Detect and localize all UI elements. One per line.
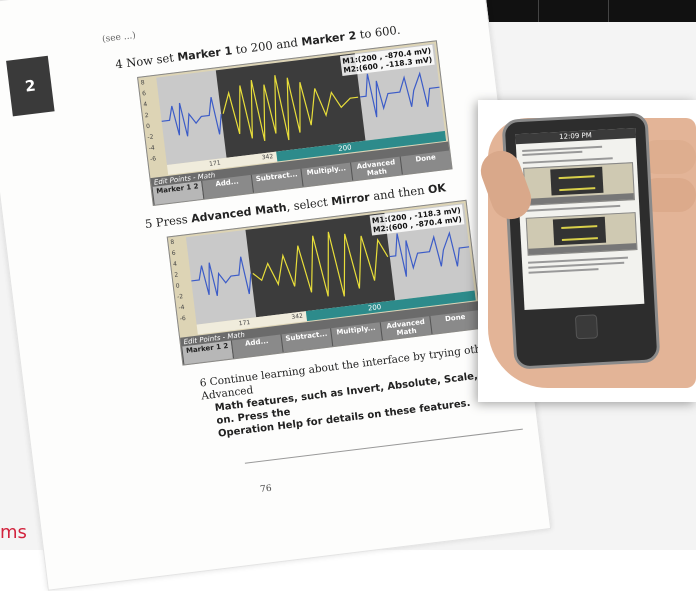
- phone-status-bar: 12:09 PM: [515, 128, 636, 145]
- step5-bold1: Advanced Math: [190, 200, 288, 226]
- chapter-tab: 2: [6, 55, 55, 117]
- waveform-blue-left: [191, 256, 252, 296]
- waveform-blue-left: [161, 97, 222, 137]
- text-line: [525, 204, 621, 212]
- page-number: 76: [259, 483, 273, 496]
- x-tick: 171: [238, 319, 251, 328]
- y-tick: -6: [149, 155, 157, 163]
- mini-screenshot: [525, 212, 638, 256]
- step4-prefix: 4 Now set: [114, 49, 179, 72]
- footer-rule: [244, 428, 523, 464]
- step4-bold2: Marker 2: [300, 29, 357, 49]
- cursor-value: 200: [367, 302, 382, 313]
- step5-prefix: 5 Press: [144, 211, 193, 232]
- subtract-softkey[interactable]: Subtract...: [250, 168, 303, 193]
- cursor-value: 200: [337, 143, 353, 153]
- smartphone: 12:09 PM: [501, 112, 661, 370]
- subtract-softkey[interactable]: Subtract...: [280, 328, 333, 353]
- step5-mid2: and then: [368, 182, 429, 204]
- multiply-softkey[interactable]: Multiply...: [330, 322, 382, 347]
- waveform-yellow: [222, 75, 359, 142]
- step5-mid: , select: [285, 194, 333, 214]
- x-tick: 342: [261, 153, 274, 162]
- waveform-yellow-mirrored: [252, 231, 389, 297]
- step4-suffix: to 600.: [355, 22, 402, 42]
- footer-fragment: ms: [0, 522, 27, 543]
- advanced-math-softkey[interactable]: Advanced Math: [379, 316, 432, 341]
- step5-bold3: OK: [427, 181, 447, 197]
- y-tick: -6: [179, 314, 187, 323]
- manual-page: 2 (see ...) 4 Now set Marker 1 to 200 an…: [0, 0, 552, 591]
- done-softkey[interactable]: Done: [399, 150, 452, 175]
- waveform-blue-right: [389, 231, 470, 277]
- step5-bold2: Mirror: [330, 190, 371, 209]
- x-tick: 171: [208, 159, 222, 168]
- x-tick: 342: [291, 312, 304, 321]
- scope-screen-1: 8 6 4 2 0 -2 -4 -6 M1:(200 , -870.4 mV) …: [137, 40, 453, 207]
- text-line: [528, 268, 599, 274]
- multiply-softkey[interactable]: Multiply...: [300, 162, 353, 187]
- mini-screenshot: [523, 162, 635, 206]
- phone-screen: 12:09 PM: [515, 128, 645, 311]
- step4-bold1: Marker 1: [176, 44, 233, 64]
- text-line: [522, 150, 583, 156]
- home-button[interactable]: [574, 314, 599, 340]
- waveform-blue-right: [360, 71, 440, 118]
- done-softkey[interactable]: Done: [429, 310, 482, 335]
- step4-mid: to 200 and: [231, 34, 303, 58]
- scope-screen-2: 8 6 4 2 0 -2 -4 -6 M1:(200 , -118.3 mV) …: [166, 199, 483, 366]
- advanced-math-softkey[interactable]: Advanced Math: [350, 156, 402, 181]
- top-fragment: (see ...): [101, 30, 137, 45]
